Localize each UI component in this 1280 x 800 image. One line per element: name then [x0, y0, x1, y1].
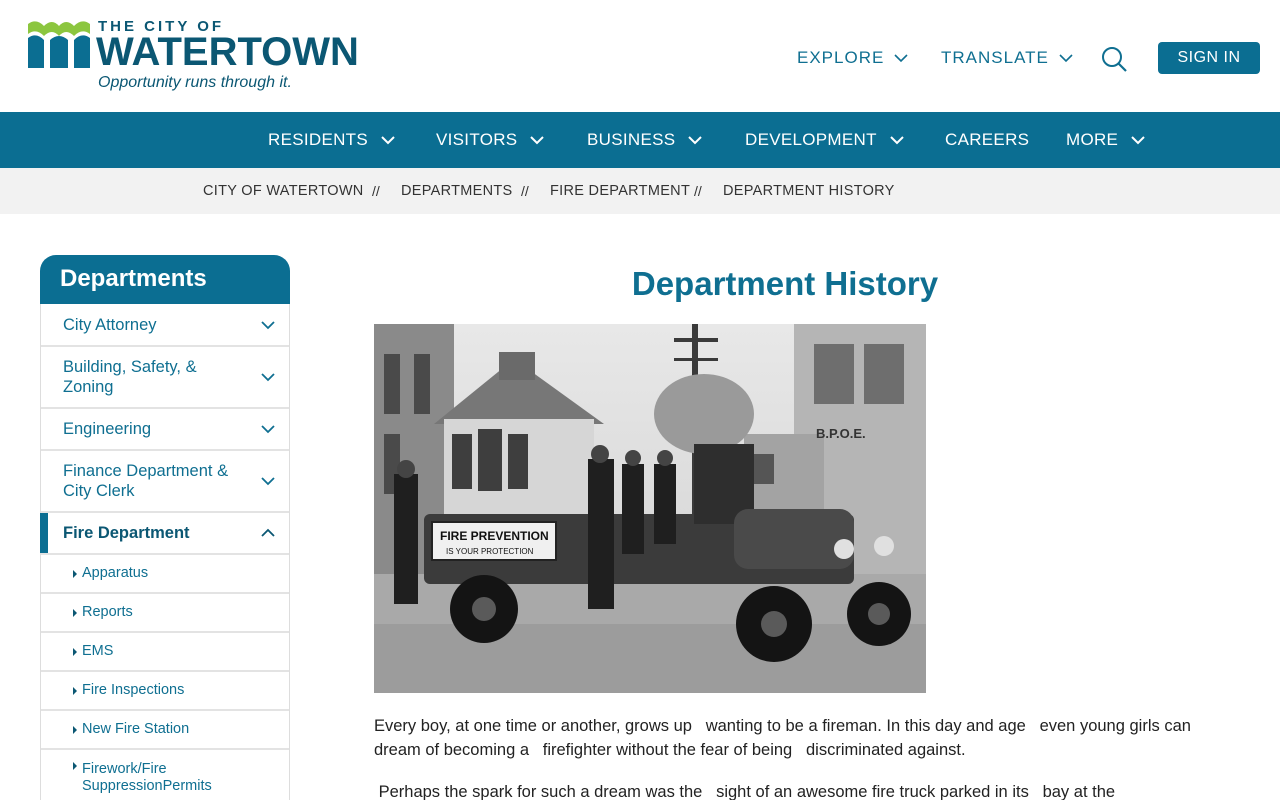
- sidebar-item-label: City Attorney: [63, 315, 157, 334]
- explore-menu[interactable]: EXPLORE: [797, 42, 908, 74]
- fire-truck-photo: B.P.O.E. FIRE PREVENTION IS YOUR PROTECT…: [374, 324, 926, 693]
- sidebar-subitem-fire-inspections[interactable]: Fire Inspections: [41, 672, 289, 711]
- nav-item-business[interactable]: BUSINESS: [587, 112, 703, 168]
- nav-label: CAREERS: [945, 130, 1030, 149]
- breadcrumb-current: DEPARTMENT HISTORY: [723, 183, 895, 199]
- breadcrumb-departments[interactable]: DEPARTMENTS: [401, 183, 513, 199]
- bpoe-sign-text: B.P.O.E.: [816, 426, 866, 441]
- sidebar-item-label: Finance Department & City Clerk: [63, 462, 229, 500]
- sidebar-subitem-firework-permits[interactable]: Firework/Fire SuppressionPermits: [41, 750, 289, 800]
- chevron-down-icon: [890, 136, 904, 145]
- sidebar-item-building-safety-zoning[interactable]: Building, Safety, & Zoning: [41, 347, 289, 409]
- caret-right-icon: [73, 647, 77, 656]
- sidebar-item-label: Building, Safety, & Zoning: [63, 358, 197, 396]
- caret-right-icon: [73, 686, 77, 695]
- nav-item-development[interactable]: DEVELOPMENT: [745, 112, 905, 168]
- nav-label: RESIDENTS: [268, 130, 368, 149]
- translate-label: TRANSLATE: [941, 48, 1049, 67]
- sidebar-subitem-new-fire-station[interactable]: New Fire Station: [41, 711, 289, 750]
- chevron-up-icon[interactable]: [261, 526, 275, 540]
- nav-item-residents[interactable]: RESIDENTS: [268, 112, 396, 168]
- truck-sign-line-1: FIRE PREVENTION: [440, 529, 549, 543]
- page-title: Department History: [631, 265, 939, 302]
- logo-tagline: Opportunity runs through it.: [98, 74, 292, 91]
- sidebar-item-finance-city-clerk[interactable]: Finance Department & City Clerk: [41, 451, 289, 513]
- nav-label: VISITORS: [436, 130, 518, 149]
- caret-right-icon: [73, 569, 77, 578]
- nav-label: MORE: [1066, 130, 1119, 149]
- sidebar-menu: City Attorney Building, Safety, & Zoning…: [40, 304, 290, 800]
- chevron-down-icon: [530, 136, 545, 145]
- truck-sign-line-2: IS YOUR PROTECTION: [446, 547, 534, 556]
- sidebar-item-engineering[interactable]: Engineering: [41, 409, 289, 451]
- nav-label: DEVELOPMENT: [745, 130, 877, 149]
- chevron-down-icon[interactable]: [261, 474, 275, 488]
- history-paragraph-1: Every boy, at one time or another, grows…: [374, 717, 1196, 759]
- chevron-down-icon[interactable]: [261, 370, 275, 384]
- logo-name: WATERTOWN: [96, 30, 359, 74]
- chevron-down-icon: [894, 54, 908, 63]
- sidebar-item-label: Engineering: [63, 420, 152, 438]
- sidebar-item-fire-department[interactable]: Fire Department: [40, 513, 289, 555]
- sidebar-subitem-ems[interactable]: EMS: [41, 633, 289, 672]
- sidebar-subitem-label: Firework/Fire SuppressionPermits: [82, 761, 212, 794]
- translate-menu[interactable]: TRANSLATE: [941, 42, 1073, 74]
- sidebar-subitem-reports[interactable]: Reports: [41, 594, 289, 633]
- breadcrumb: CITY OF WATERTOWN // DEPARTMENTS // FIRE…: [0, 168, 1280, 214]
- chevron-down-icon[interactable]: [261, 422, 275, 436]
- search-icon[interactable]: [1100, 45, 1128, 73]
- sidebar-subitem-label: EMS: [82, 643, 114, 659]
- chevron-down-icon: [1059, 54, 1073, 63]
- nav-item-visitors[interactable]: VISITORS: [436, 112, 545, 168]
- history-paragraph-2: Perhaps the spark for such a dream was t…: [374, 783, 1116, 800]
- breadcrumb-fire-department[interactable]: FIRE DEPARTMENT: [550, 183, 690, 199]
- nav-item-more[interactable]: MORE: [1066, 112, 1146, 168]
- sidebar-title: Departments: [40, 255, 290, 304]
- sign-in-button[interactable]: SIGN IN: [1158, 42, 1260, 74]
- chevron-down-icon: [381, 136, 395, 145]
- historic-fire-truck-image: B.P.O.E. FIRE PREVENTION IS YOUR PROTECT…: [374, 324, 926, 693]
- breadcrumb-separator: //: [694, 183, 702, 199]
- logo-mark-icon: [28, 21, 90, 68]
- city-logo[interactable]: THE CITY OF WATERTOWN Opportunity runs t…: [28, 18, 373, 96]
- caret-right-icon: [73, 762, 77, 770]
- breadcrumb-separator: //: [521, 183, 529, 199]
- main-navigation: RESIDENTS VISITORS BUSINESS DEVELOPMENT …: [0, 112, 1280, 168]
- caret-right-icon: [73, 725, 77, 734]
- sidebar-subitem-apparatus[interactable]: Apparatus: [41, 555, 289, 594]
- chevron-down-icon: [1131, 136, 1145, 145]
- sidebar-item-label: Fire Department: [63, 524, 190, 542]
- sidebar-item-city-attorney[interactable]: City Attorney: [41, 304, 289, 347]
- breadcrumb-city[interactable]: CITY OF WATERTOWN: [203, 183, 364, 199]
- nav-item-careers[interactable]: CAREERS: [945, 112, 1029, 168]
- chevron-down-icon: [688, 136, 703, 145]
- explore-label: EXPLORE: [797, 48, 885, 67]
- sidebar-subitem-label: Apparatus: [82, 565, 149, 581]
- caret-right-icon: [73, 608, 77, 617]
- nav-label: BUSINESS: [587, 130, 676, 149]
- sidebar-subitem-label: New Fire Station: [82, 721, 190, 737]
- sidebar-subitem-label: Reports: [82, 604, 133, 620]
- site-header: THE CITY OF WATERTOWN Opportunity runs t…: [0, 0, 1280, 112]
- sidebar-subitem-label: Fire Inspections: [82, 682, 185, 698]
- chevron-down-icon[interactable]: [261, 318, 275, 332]
- breadcrumb-separator: //: [372, 183, 380, 199]
